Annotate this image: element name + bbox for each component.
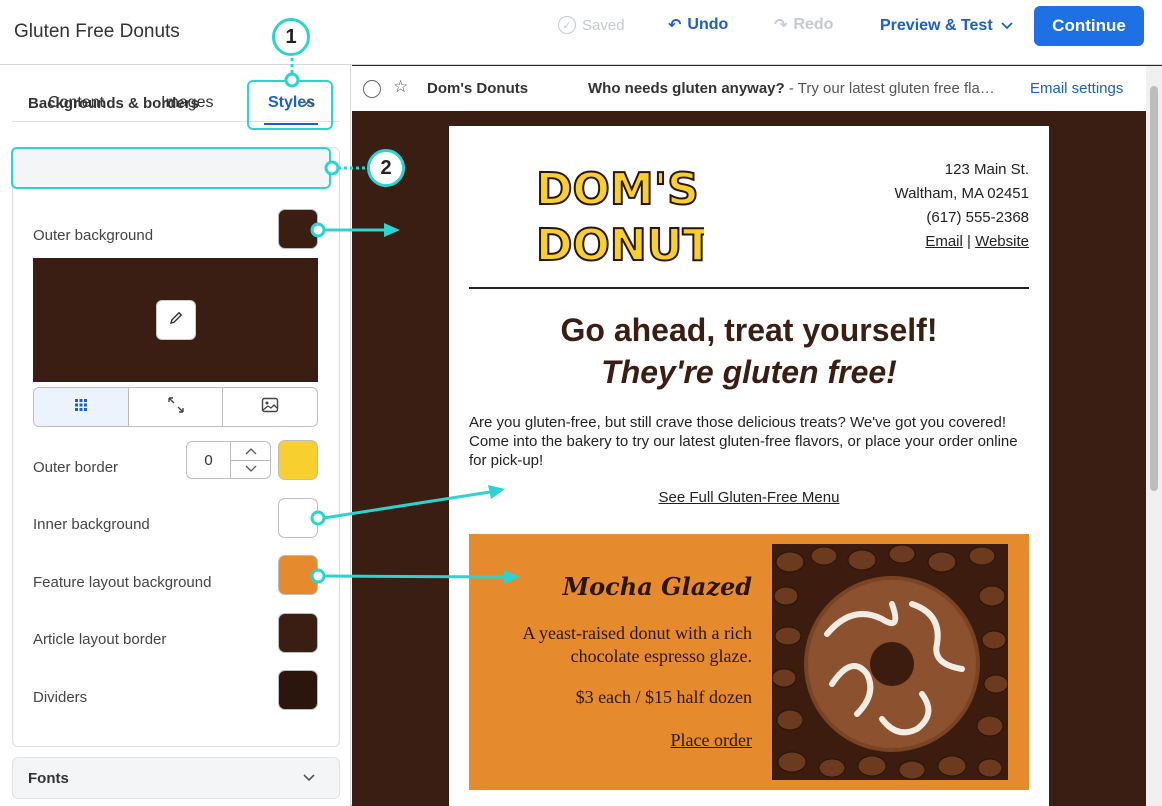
website-link[interactable]: Website xyxy=(975,233,1029,250)
email-subheadline: They're gluten free! xyxy=(601,354,897,390)
top-bar: Gluten Free Donuts ✓ Saved ↶ Undo ↷ Redo… xyxy=(0,0,1162,65)
email-body-text: Are you gluten-free, but still crave tho… xyxy=(469,414,1018,469)
link-separator: | xyxy=(967,233,971,250)
inner-background-swatch[interactable] xyxy=(278,498,318,538)
outer-border-swatch[interactable] xyxy=(278,440,318,480)
backgrounds-borders-title: Backgrounds & borders xyxy=(28,95,199,112)
feature-price: $3 each / $15 half dozen xyxy=(575,687,752,707)
callout-1-badge: 1 xyxy=(272,18,310,56)
tile-mode-button[interactable] xyxy=(34,388,129,426)
doms-donuts-logo: DOM'S DONUTS xyxy=(535,163,704,264)
email-headline: Go ahead, treat yourself! xyxy=(560,312,938,348)
scrollbar-thumb[interactable] xyxy=(1150,86,1158,491)
email-settings-link[interactable]: Email settings xyxy=(1030,80,1123,97)
feature-description: A yeast-raised donut with a rich chocola… xyxy=(522,623,752,666)
outer-border-input[interactable]: 0 xyxy=(187,442,231,478)
logo-line-2: DONUTS xyxy=(536,220,704,264)
redo-button[interactable]: ↷ Redo xyxy=(774,15,833,35)
email-link[interactable]: Email xyxy=(925,233,963,250)
dividers-label: Dividers xyxy=(33,689,88,706)
inbox-subject: Who needs gluten anyway? - Try our lates… xyxy=(588,80,1024,97)
feature-title: Mocha Glazed xyxy=(562,572,752,601)
increment-button[interactable] xyxy=(231,442,270,461)
mocha-donut-image xyxy=(772,544,1008,780)
star-icon: ☆ xyxy=(393,77,409,96)
outer-background-swatch[interactable] xyxy=(278,209,318,249)
feature-layout-background-swatch[interactable] xyxy=(278,555,318,595)
grid-icon xyxy=(74,398,88,417)
select-circle-icon xyxy=(363,80,381,98)
saved-label: Saved xyxy=(582,16,625,34)
inbox-from: Dom's Donuts xyxy=(427,80,529,97)
phone-number: (617) 555-2368 xyxy=(926,209,1029,226)
article-layout-border-label: Article layout border xyxy=(33,631,167,648)
redo-icon: ↷ xyxy=(774,17,788,34)
preview-label: Preview & Test xyxy=(880,17,993,34)
chevron-down-icon[interactable] xyxy=(303,769,315,785)
outer-border-stepper: 0 xyxy=(186,441,271,479)
fonts-title: Fonts xyxy=(28,770,69,787)
article-layout-border-swatch[interactable] xyxy=(278,613,318,653)
background-mode-selector xyxy=(33,387,318,427)
feature-layout-background-label: Feature layout background xyxy=(33,574,212,591)
image-icon xyxy=(261,397,279,418)
logo-line-1: DOM'S xyxy=(536,164,699,215)
saved-status: ✓ Saved xyxy=(558,16,625,34)
email-divider xyxy=(469,287,1029,289)
undo-icon: ↶ xyxy=(668,17,682,34)
inbox-subject-bold: Who needs gluten anyway? xyxy=(588,80,785,97)
contact-info: 123 Main St. Waltham, MA 02451 (617) 555… xyxy=(820,158,1029,254)
address-line-2: Waltham, MA 02451 xyxy=(894,185,1029,202)
outer-border-label: Outer border xyxy=(33,459,119,476)
undo-label: Undo xyxy=(687,16,729,33)
pencil-icon xyxy=(168,310,184,330)
redo-label: Redo xyxy=(793,16,834,33)
continue-button[interactable]: Continue xyxy=(1034,6,1144,46)
edit-background-button[interactable] xyxy=(156,300,196,340)
inner-background-label: Inner background xyxy=(33,516,150,533)
callout-2-badge: 2 xyxy=(367,149,405,187)
campaign-title: Gluten Free Donuts xyxy=(14,21,180,42)
preview-test-button[interactable]: Preview & Test xyxy=(880,17,1013,35)
chevron-down-icon xyxy=(1001,17,1013,35)
place-order-link[interactable]: Place order xyxy=(490,730,752,751)
expand-icon xyxy=(167,396,185,419)
callout-2-highlight xyxy=(11,147,331,189)
address-line-1: 123 Main St. xyxy=(944,161,1029,178)
dividers-swatch[interactable] xyxy=(278,670,318,710)
inbox-subject-rest: - Try our latest gluten free fla… xyxy=(784,80,995,97)
check-circle-icon: ✓ xyxy=(558,16,576,34)
full-menu-link[interactable]: See Full Gluten-Free Menu xyxy=(469,489,1029,506)
undo-button[interactable]: ↶ Undo xyxy=(668,15,728,35)
decrement-button[interactable] xyxy=(231,461,270,479)
stretch-mode-button[interactable] xyxy=(128,388,224,426)
outer-background-label: Outer background xyxy=(33,227,154,244)
image-mode-button[interactable] xyxy=(223,388,317,426)
callout-1-highlight xyxy=(247,80,333,130)
